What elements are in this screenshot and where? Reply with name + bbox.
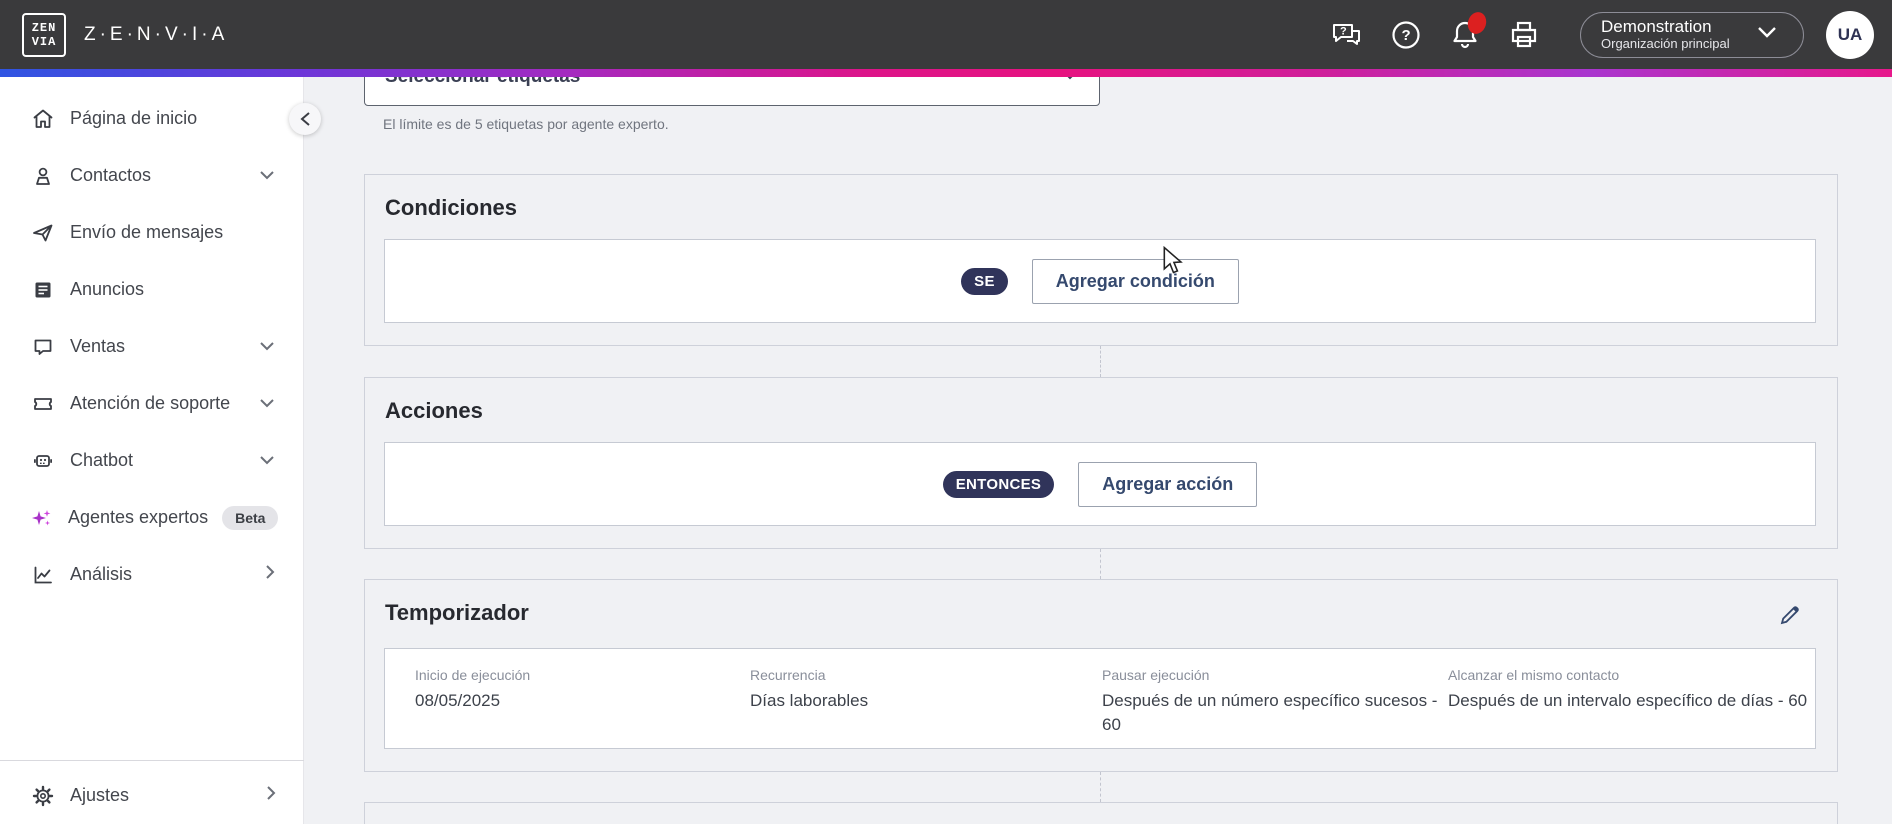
timer-card: Temporizador Inicio de ejecución 08/05/2… — [364, 579, 1838, 772]
sidebar-item-label: Chatbot — [70, 450, 134, 470]
actions-card: Acciones ENTONCES Agregar acción — [364, 377, 1838, 549]
sidebar-item-label: Análisis — [70, 564, 133, 584]
timer-field-label: Recurrencia — [750, 667, 826, 683]
flow-connector — [1100, 772, 1101, 802]
notifications-icon[interactable] — [1448, 9, 1489, 52]
sidebar-collapse-button[interactable] — [289, 103, 321, 135]
timer-field: Recurrencia Días laborables — [750, 667, 1070, 713]
flow-connector — [1100, 549, 1101, 579]
organization-name: Demonstration — [1601, 17, 1712, 37]
sidebar-item-messaging[interactable]: Envío de mensajes — [0, 204, 303, 261]
sidebar-item-label: Agentes expertos — [68, 507, 209, 527]
timer-title: Temporizador — [385, 600, 529, 625]
add-action-button[interactable]: Agregar acción — [1078, 461, 1258, 507]
home-icon — [30, 107, 56, 131]
organization-selector[interactable]: Demonstration Organización principal — [1580, 11, 1804, 58]
sidebar-item-support[interactable]: Atención de soporte — [0, 375, 303, 432]
chevron-down-icon — [259, 167, 275, 185]
sidebar-item-label: Anuncios — [70, 279, 145, 299]
sparkles-icon — [30, 506, 54, 530]
sidebar-item-label: Atención de soporte — [70, 393, 231, 413]
sidebar-item-announcements[interactable]: Anuncios — [0, 261, 303, 318]
next-section-card-partial — [364, 802, 1838, 824]
timer-field-value: 08/05/2025 — [415, 691, 501, 710]
actions-title: Acciones — [385, 398, 483, 423]
analytics-icon — [30, 563, 56, 587]
sales-icon — [30, 335, 56, 359]
topbar: ZEN VIA Z·E·N·V·I·A ? ? Demonstration Or… — [0, 0, 1892, 69]
sidebar-item-label: Contactos — [70, 165, 152, 185]
timer-field-value: Después de un intervalo específico de dí… — [1448, 691, 1808, 710]
sidebar-item-label: Ajustes — [70, 785, 130, 805]
brand-gradient-bar — [0, 69, 1892, 77]
logo-text-bottom: VIA — [31, 34, 57, 49]
chevron-down-icon — [259, 395, 275, 413]
chevron-right-icon — [266, 785, 276, 806]
sidebar-item-sales[interactable]: Ventas — [0, 318, 303, 375]
timer-field-label: Pausar ejecución — [1102, 667, 1210, 683]
timer-field: Alcanzar el mismo contacto Después de un… — [1448, 667, 1810, 713]
timer-field-label: Alcanzar el mismo contacto — [1448, 667, 1620, 683]
gear-icon — [30, 784, 56, 808]
sidebar: Página de inicio Contactos Envío de mens… — [0, 77, 304, 824]
app-screen: Seleccionar etiquetas El límite es de 5 … — [0, 0, 1892, 824]
pencil-icon — [1780, 606, 1799, 625]
contacts-icon — [30, 164, 56, 188]
add-condition-button[interactable]: Agregar condición — [1031, 258, 1239, 304]
print-icon[interactable] — [1507, 18, 1541, 52]
timer-field: Pausar ejecución Después de un número es… — [1102, 667, 1454, 737]
chat-help-icon[interactable]: ? — [1330, 18, 1364, 52]
support-ticket-icon — [30, 392, 56, 416]
then-keyword-badge: ENTONCES — [942, 470, 1055, 498]
conditions-dropzone: SE Agregar condición — [384, 239, 1816, 323]
sidebar-divider — [0, 760, 304, 761]
main-content: Seleccionar etiquetas El límite es de 5 … — [304, 0, 1892, 824]
svg-text:?: ? — [1402, 27, 1411, 44]
chevron-left-icon — [299, 112, 310, 126]
announcements-icon — [30, 278, 56, 302]
sidebar-item-settings[interactable]: Ajustes — [0, 767, 304, 824]
actions-dropzone: ENTONCES Agregar acción — [384, 442, 1816, 526]
edit-timer-button[interactable] — [1779, 604, 1801, 631]
sidebar-item-label: Página de inicio — [70, 108, 198, 128]
logo-text-top: ZEN — [31, 20, 57, 35]
sidebar-item-analytics[interactable]: Análisis — [0, 546, 303, 603]
sidebar-item-chatbot[interactable]: Chatbot — [0, 432, 303, 489]
organization-subtitle: Organización principal — [1601, 35, 1730, 51]
send-icon — [30, 221, 56, 245]
chatbot-icon — [30, 449, 56, 473]
conditions-title: Condiciones — [385, 195, 518, 220]
timer-field-value: Días laborables — [750, 691, 869, 710]
user-avatar[interactable]: UA — [1826, 10, 1874, 59]
timer-field-value: Después de un número específico sucesos … — [1102, 691, 1438, 734]
svg-text:?: ? — [1340, 25, 1347, 37]
timer-field-label: Inicio de ejecución — [415, 667, 531, 683]
chevron-down-icon — [1756, 25, 1778, 44]
tags-limit-helper-text: El límite es de 5 etiquetas por agente e… — [383, 116, 669, 132]
flow-connector — [1100, 346, 1101, 377]
conditions-card: Condiciones SE Agregar condición — [364, 174, 1838, 346]
help-icon[interactable]: ? — [1389, 18, 1423, 52]
sidebar-item-home[interactable]: Página de inicio — [0, 90, 303, 147]
timer-field: Inicio de ejecución 08/05/2025 — [415, 667, 715, 713]
chevron-right-icon — [265, 564, 275, 585]
beta-badge: Beta — [222, 505, 279, 530]
zenvia-logo-icon: ZEN VIA — [22, 12, 66, 57]
if-keyword-badge: SE — [961, 267, 1008, 295]
sidebar-item-label: Envío de mensajes — [70, 222, 224, 242]
chevron-down-icon — [259, 338, 275, 356]
timer-summary: Inicio de ejecución 08/05/2025 Recurrenc… — [384, 648, 1816, 749]
brand-wordmark: Z·E·N·V·I·A — [84, 23, 229, 45]
sidebar-item-expert-agents[interactable]: Agentes expertos Beta — [0, 489, 303, 546]
sidebar-item-contacts[interactable]: Contactos — [0, 147, 303, 204]
chevron-down-icon — [259, 452, 275, 470]
sidebar-item-label: Ventas — [70, 336, 126, 356]
